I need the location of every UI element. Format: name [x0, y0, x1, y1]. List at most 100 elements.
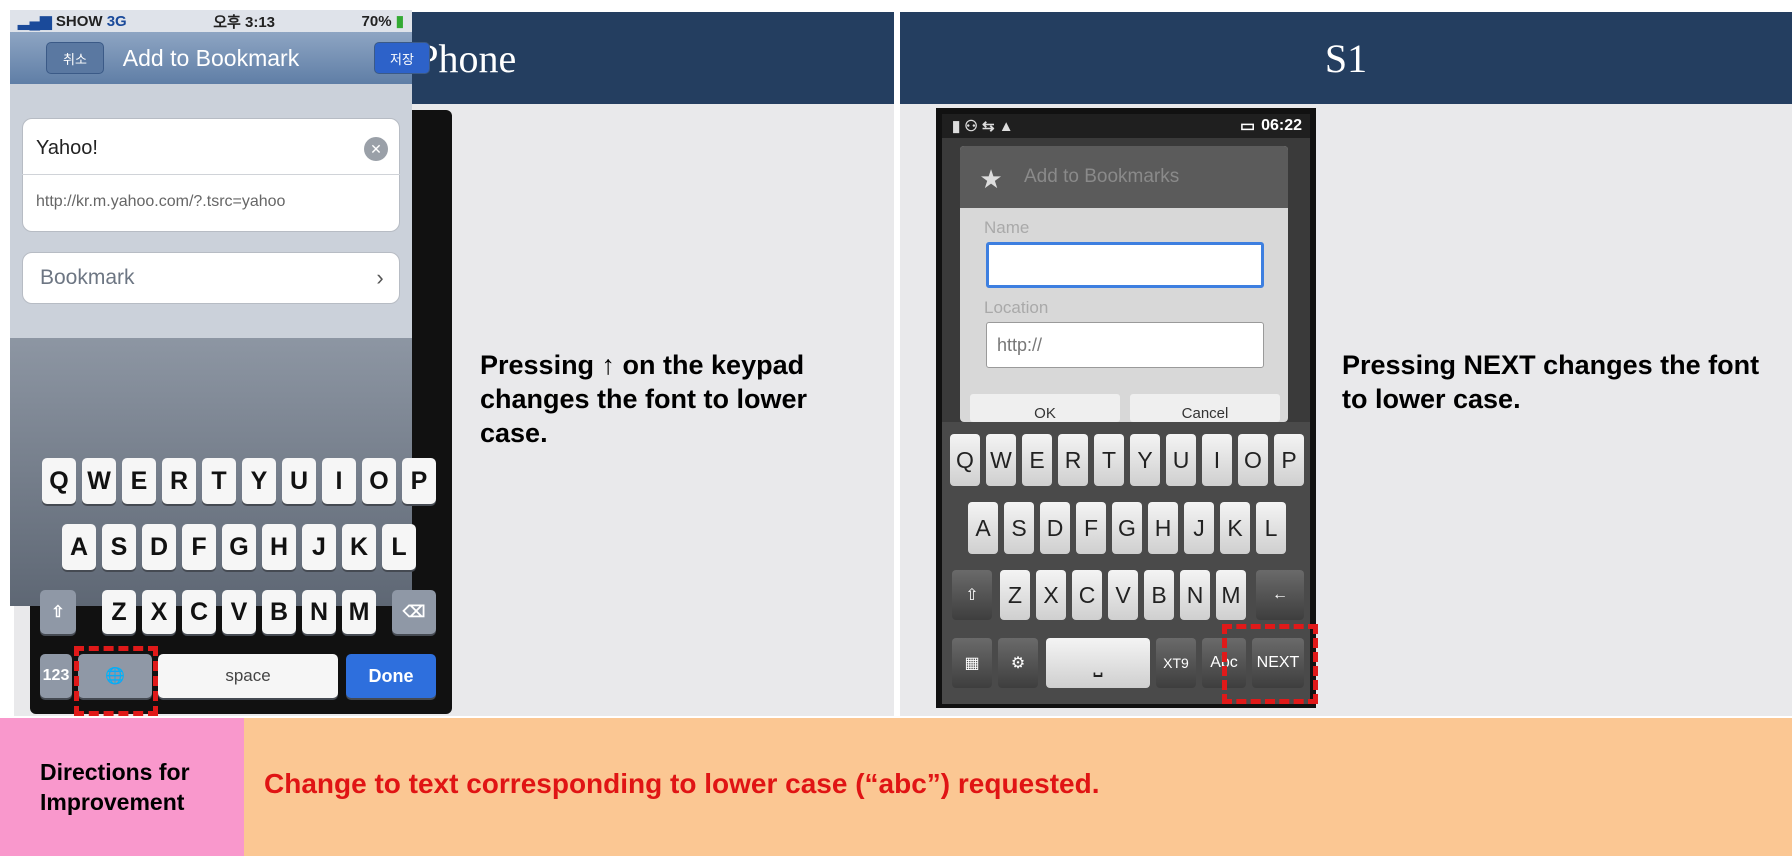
name-field[interactable]: [986, 242, 1264, 288]
s1-key-c[interactable]: C: [1072, 570, 1102, 620]
s1-key-y[interactable]: Y: [1130, 434, 1160, 486]
s1-key-g[interactable]: G: [1112, 502, 1142, 554]
s1-key-w[interactable]: W: [986, 434, 1016, 486]
name-label: Name: [984, 218, 1030, 237]
battery-icon: ▮: [395, 13, 404, 30]
s1-key-k[interactable]: K: [1220, 502, 1250, 554]
s1-key-u[interactable]: U: [1166, 434, 1196, 486]
iphone-key-o[interactable]: O: [362, 458, 396, 504]
chevron-right-icon: ›: [376, 265, 384, 290]
improvement-text: Change to text corresponding to lower ca…: [264, 768, 1100, 799]
s1-note: Pressing NEXT changes the font to lower …: [1342, 350, 1760, 414]
s1-key-q[interactable]: Q: [950, 434, 980, 486]
iphone-key-h[interactable]: H: [262, 524, 296, 570]
iphone-key-t[interactable]: T: [202, 458, 236, 504]
s1-key-i[interactable]: I: [1202, 434, 1232, 486]
cancel-button[interactable]: Cancel: [1130, 394, 1280, 422]
location-field[interactable]: http://: [986, 322, 1264, 368]
iphone-status-bar: ▂▄▆ SHOW 3G 오후 3:13 70% ▮: [10, 10, 412, 32]
iphone-key-a[interactable]: A: [62, 524, 96, 570]
s1-key-v[interactable]: V: [1108, 570, 1138, 620]
iphone-key-v[interactable]: V: [222, 590, 256, 634]
iphone-key-f[interactable]: F: [182, 524, 216, 570]
s1-key-m[interactable]: M: [1216, 570, 1246, 620]
s1-key-z[interactable]: Z: [1000, 570, 1030, 620]
gear-icon[interactable]: ⚙: [998, 638, 1038, 688]
backspace-key[interactable]: ←: [1256, 570, 1304, 620]
iphone-key-y[interactable]: Y: [242, 458, 276, 504]
s1-key-d[interactable]: D: [1040, 502, 1070, 554]
dialog-title: Add to Bookmarks: [960, 146, 1288, 208]
status-time: 06:22: [1261, 117, 1302, 134]
iphone-key-z[interactable]: Z: [102, 590, 136, 634]
s1-key-e[interactable]: E: [1022, 434, 1052, 486]
iphone-key-x[interactable]: X: [142, 590, 176, 634]
network-label: 3G: [106, 13, 127, 30]
keyboard-icon[interactable]: ▦: [952, 638, 992, 688]
s1-key-h[interactable]: H: [1148, 502, 1178, 554]
s1-key-o[interactable]: O: [1238, 434, 1268, 486]
backspace-key[interactable]: ⌫: [392, 590, 436, 634]
s1-key-s[interactable]: S: [1004, 502, 1034, 554]
iphone-key-c[interactable]: C: [182, 590, 216, 634]
s1-key-n[interactable]: N: [1180, 570, 1210, 620]
directions-label: Directions for Improvement: [0, 718, 244, 856]
iphone-key-g[interactable]: G: [222, 524, 256, 570]
status-time: 오후 3:13: [213, 13, 276, 31]
iphone-key-n[interactable]: N: [302, 590, 336, 634]
iphone-key-d[interactable]: D: [142, 524, 176, 570]
header-s1-title: S1: [1324, 35, 1368, 81]
s1-status-bar: ▮ ⚇ ⇆ ▲ ▭ 06:22: [942, 114, 1310, 138]
done-key[interactable]: Done: [346, 654, 436, 698]
bookmark-folder-label: Bookmark: [40, 266, 135, 289]
directions-text: Directions for Improvement: [40, 759, 190, 815]
iphone-note: Pressing ↑ on the keypad changes the fon…: [480, 350, 808, 448]
s1-key-b[interactable]: B: [1144, 570, 1174, 620]
clear-icon[interactable]: ✕: [364, 137, 388, 161]
location-label: Location: [984, 298, 1049, 317]
battery-label: 70%: [361, 13, 392, 30]
iphone-key-b[interactable]: B: [262, 590, 296, 634]
s1-key-r[interactable]: R: [1058, 434, 1088, 486]
save-button[interactable]: 저장: [374, 42, 430, 74]
iphone-key-u[interactable]: U: [282, 458, 316, 504]
space-key[interactable]: ⎵: [1046, 638, 1150, 688]
ok-button[interactable]: OK: [970, 394, 1120, 422]
iphone-key-e[interactable]: E: [122, 458, 156, 504]
s1-key-a[interactable]: A: [968, 502, 998, 554]
iphone-key-s[interactable]: S: [102, 524, 136, 570]
iphone-key-r[interactable]: R: [162, 458, 196, 504]
iphone-key-k[interactable]: K: [342, 524, 376, 570]
star-icon: ★: [979, 163, 1003, 194]
bookmark-name-field[interactable]: Yahoo!: [36, 130, 366, 166]
iphone-key-w[interactable]: W: [82, 458, 116, 504]
s1-key-x[interactable]: X: [1036, 570, 1066, 620]
nav-title: Add to Bookmark: [122, 44, 300, 71]
iphone-key-q[interactable]: Q: [42, 458, 76, 504]
field-divider: [22, 174, 400, 175]
s1-key-f[interactable]: F: [1076, 502, 1106, 554]
iphone-key-l[interactable]: L: [382, 524, 416, 570]
s1-key-l[interactable]: L: [1256, 502, 1286, 554]
bookmark-url-field[interactable]: http://kr.m.yahoo.com/?.tsrc=yahoo: [36, 184, 396, 220]
iphone-key-j[interactable]: J: [302, 524, 336, 570]
shift-key[interactable]: ⇧: [40, 590, 76, 634]
numbers-key[interactable]: 123: [40, 654, 72, 698]
s1-key-t[interactable]: T: [1094, 434, 1124, 486]
header-s1: S1: [900, 12, 1792, 104]
notification-icons: ▮ ⚇ ⇆ ▲: [952, 118, 1014, 135]
xt9-key[interactable]: XT9: [1156, 638, 1196, 688]
shift-key[interactable]: ⇧: [952, 570, 992, 620]
s1-key-j[interactable]: J: [1184, 502, 1214, 554]
battery-icon: ▭: [1239, 118, 1256, 135]
iphone-key-m[interactable]: M: [342, 590, 376, 634]
signal-icon: ▂▄▆: [18, 13, 52, 30]
carrier-label: SHOW: [55, 13, 103, 30]
space-key[interactable]: space: [158, 654, 338, 698]
s1-key-p[interactable]: P: [1274, 434, 1304, 486]
iphone-key-p[interactable]: P: [402, 458, 436, 504]
iphone-key-i[interactable]: I: [322, 458, 356, 504]
cancel-button[interactable]: 취소: [46, 42, 104, 74]
next-key-highlight: [1222, 624, 1318, 704]
globe-key-highlight: [74, 646, 158, 716]
